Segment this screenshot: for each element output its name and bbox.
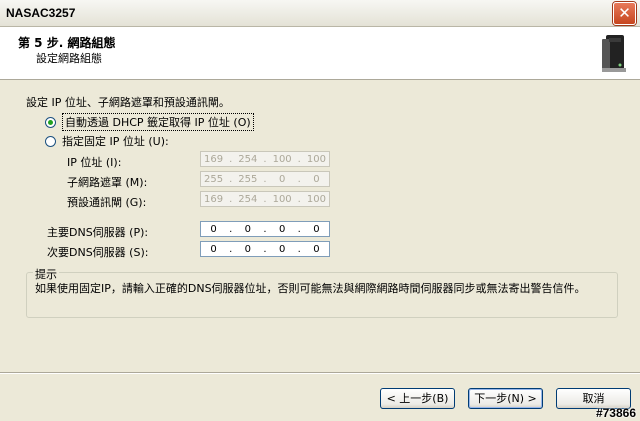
ip-octet[interactable]: 100	[305, 154, 327, 165]
mask-label: 子網路遮罩 (M):	[67, 176, 148, 189]
dns2-label: 次要DNS伺服器 (S):	[47, 246, 149, 259]
window-title: NASAC3257	[6, 6, 76, 20]
radio-static-label[interactable]: 指定固定 IP 位址 (U):	[62, 133, 169, 149]
dns2-octet[interactable]: 0	[203, 244, 225, 255]
ip-octet[interactable]: 254	[237, 154, 259, 165]
mask-octet[interactable]: 255	[203, 174, 225, 185]
close-icon: ✕	[618, 4, 631, 22]
radio-dhcp-label[interactable]: 自動透過 DHCP 籤定取得 IP 位址 (O)	[62, 113, 254, 131]
dns2-octet[interactable]: 0	[237, 244, 259, 255]
nas-device-icon	[602, 35, 626, 72]
primary-dns-field[interactable]: 0. 0. 0. 0	[200, 221, 330, 237]
mask-octet[interactable]: 0	[305, 174, 327, 185]
dns1-octet[interactable]: 0	[203, 224, 225, 235]
next-button[interactable]: 下一步(N) >	[468, 388, 543, 409]
radio-static[interactable]: 指定固定 IP 位址 (U):	[45, 133, 169, 149]
mask-octet[interactable]: 0	[271, 174, 293, 185]
ip-label: IP 位址 (I):	[67, 156, 122, 169]
ip-octet[interactable]: 169	[203, 154, 225, 165]
dns1-octet[interactable]: 0	[271, 224, 293, 235]
radio-dhcp[interactable]: 自動透過 DHCP 籤定取得 IP 位址 (O)	[45, 113, 254, 131]
dns1-octet[interactable]: 0	[237, 224, 259, 235]
gateway-field[interactable]: 169. 254. 100. 100	[200, 191, 330, 207]
wizard-header: 第 5 步. 網路組態 設定網路組態	[0, 27, 640, 80]
subnet-mask-field[interactable]: 255. 255. 0. 0	[200, 171, 330, 187]
secondary-dns-field[interactable]: 0. 0. 0. 0	[200, 241, 330, 257]
close-button[interactable]: ✕	[613, 2, 636, 25]
dns2-octet[interactable]: 0	[271, 244, 293, 255]
dns2-octet[interactable]: 0	[305, 244, 327, 255]
dns1-octet[interactable]: 0	[305, 224, 327, 235]
radio-static-indicator[interactable]	[45, 135, 56, 147]
section-label: 設定 IP 位址、子網路遮罩和預設通訊閘。	[26, 96, 230, 109]
gateway-label: 預設通訊閘 (G):	[67, 196, 147, 209]
gw-octet[interactable]: 169	[203, 194, 225, 205]
mask-octet[interactable]: 255	[237, 174, 259, 185]
footer-divider	[0, 372, 640, 374]
tip-text: 如果使用固定IP，請輸入正確的DNS伺服器位址，否則可能無法與網際網路時間伺服器…	[35, 282, 586, 295]
dns1-label: 主要DNS伺服器 (P):	[47, 226, 149, 239]
gw-octet[interactable]: 100	[305, 194, 327, 205]
step-subtitle: 設定網路組態	[36, 52, 102, 65]
ip-octet[interactable]: 100	[271, 154, 293, 165]
gw-octet[interactable]: 100	[271, 194, 293, 205]
back-button[interactable]: < 上一步(B)	[380, 388, 455, 409]
gw-octet[interactable]: 254	[237, 194, 259, 205]
tip-legend: 提示	[33, 266, 59, 282]
title-bar: NASAC3257 ✕	[0, 0, 640, 27]
ip-address-field[interactable]: 169. 254. 100. 100	[200, 151, 330, 167]
radio-dhcp-indicator[interactable]	[45, 116, 56, 128]
watermark-text: #73866	[595, 406, 636, 420]
tip-group: 提示 如果使用固定IP，請輸入正確的DNS伺服器位址，否則可能無法與網際網路時間…	[26, 266, 618, 318]
step-title: 第 5 步. 網路組態	[18, 36, 116, 50]
